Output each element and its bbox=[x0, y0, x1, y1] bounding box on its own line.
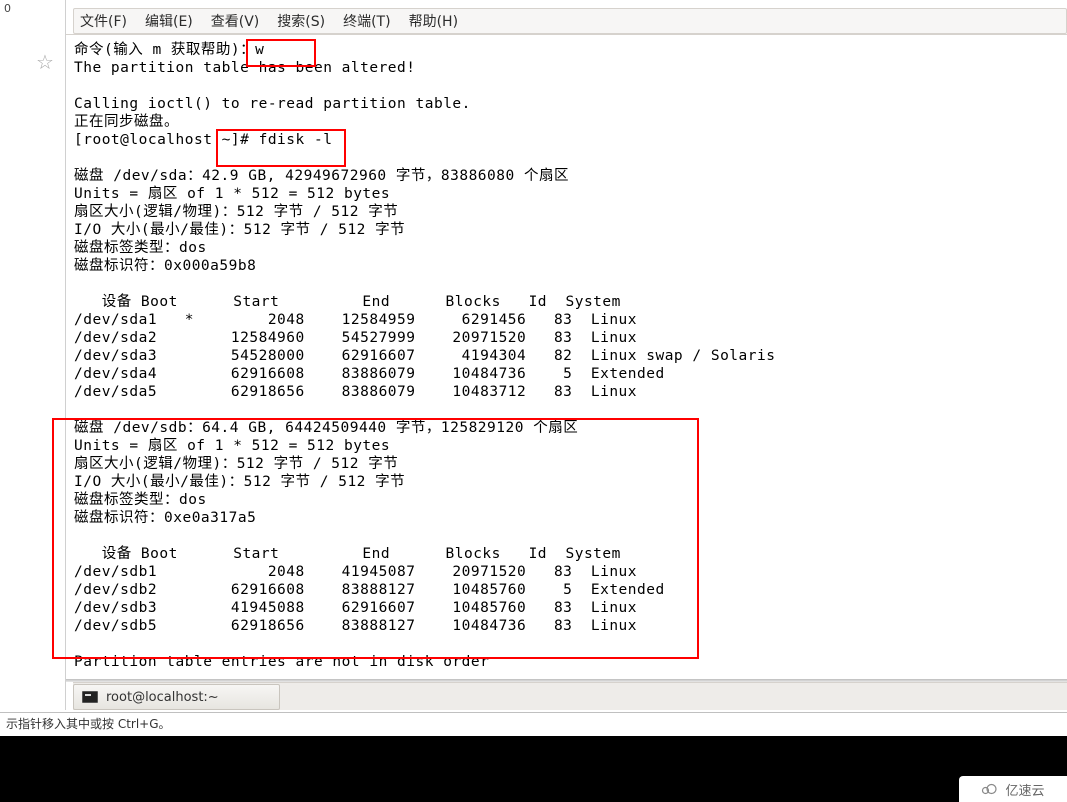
watermark: 亿速云 bbox=[959, 776, 1067, 802]
terminal-tab[interactable]: root@localhost:~ bbox=[73, 684, 280, 710]
terminal-panel[interactable]: 命令(输入 m 获取帮助)：w The partition table has … bbox=[66, 34, 1067, 679]
terminal-icon bbox=[82, 691, 98, 703]
status-bar: 示指针移入其中或按 Ctrl+G。 bbox=[0, 712, 1067, 734]
gutter-number: 0 bbox=[4, 2, 11, 15]
menu-bar: 文件(F) 编辑(E) 查看(V) 搜索(S) 终端(T) 帮助(H) bbox=[73, 8, 1067, 34]
menu-edit[interactable]: 编辑(E) bbox=[145, 11, 193, 31]
status-hint: 示指针移入其中或按 Ctrl+G。 bbox=[6, 717, 171, 731]
tab-bar: root@localhost:~ bbox=[73, 682, 1067, 710]
terminal-tab-label: root@localhost:~ bbox=[106, 690, 219, 705]
star-icon[interactable]: ☆ bbox=[36, 50, 54, 74]
menu-file[interactable]: 文件(F) bbox=[80, 11, 127, 31]
watermark-text: 亿速云 bbox=[1005, 780, 1044, 799]
terminal-output[interactable]: 命令(输入 m 获取帮助)：w The partition table has … bbox=[66, 35, 1067, 677]
bottom-black-bar bbox=[0, 736, 1067, 802]
menu-view[interactable]: 查看(V) bbox=[211, 11, 260, 31]
left-gutter: 0 ☆ bbox=[0, 0, 66, 710]
menu-terminal[interactable]: 终端(T) bbox=[343, 11, 390, 31]
menu-search[interactable]: 搜索(S) bbox=[277, 11, 325, 31]
menu-help[interactable]: 帮助(H) bbox=[409, 11, 458, 31]
watermark-icon bbox=[981, 783, 999, 795]
